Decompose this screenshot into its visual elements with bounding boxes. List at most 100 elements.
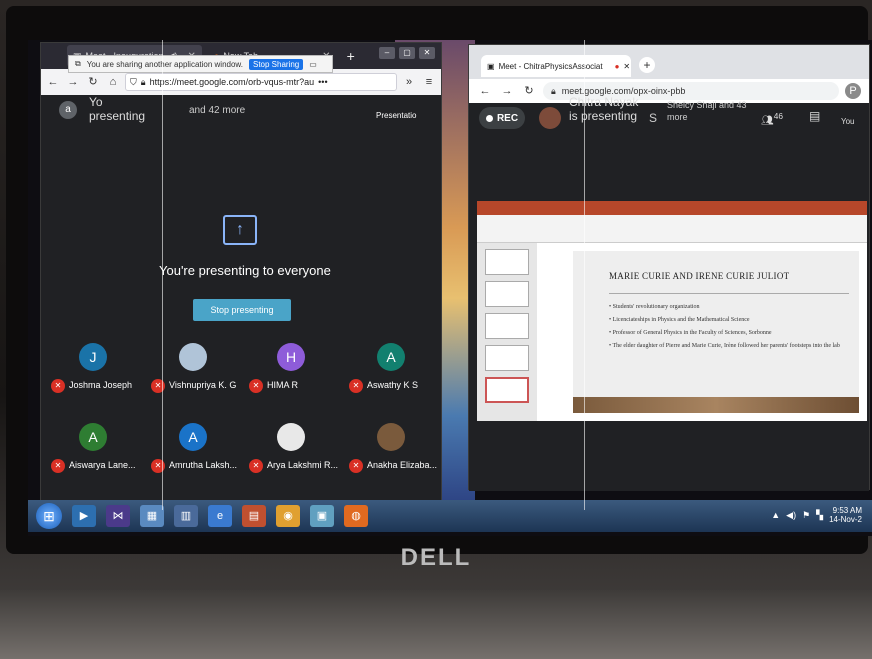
slide-bullet: • Licenciateships in Physics and the Mat… xyxy=(609,317,750,323)
window-share-icon: ⧉ xyxy=(75,59,81,68)
stop-presenting-button[interactable]: Stop presenting xyxy=(193,299,291,321)
slide-thumbnail-selected[interactable] xyxy=(485,377,529,403)
meet-icon: ▣ xyxy=(487,61,495,71)
visual-studio-icon[interactable]: ⋈ xyxy=(106,505,130,527)
slide-bullet: • Professor of General Physics in the Fa… xyxy=(609,330,772,336)
participant-name: Joshma Joseph xyxy=(69,380,133,390)
clock-time: 9:53 AM xyxy=(832,506,862,515)
chrome-icon[interactable]: ◉ xyxy=(276,505,300,527)
files-icon[interactable]: ▥ xyxy=(174,505,198,527)
participant-name: Amrutha Laksh... xyxy=(169,460,238,470)
new-tab-button[interactable]: + xyxy=(639,57,655,73)
clock[interactable]: 9:53 AM 14-Nov-2 xyxy=(829,506,862,524)
share-notice-text: You are sharing another application wind… xyxy=(86,59,243,69)
back-icon[interactable]: ← xyxy=(477,83,493,99)
participant-tile[interactable]: J ✕ Joshma Joseph xyxy=(43,343,143,403)
windows-taskbar: ⊞ ▶ ⋈ ▦ ▥ e ▤ ◉ ▣ ◍ ▲ ◀) ⚑ ▚ 9:53 AM 14-… xyxy=(28,500,872,532)
menu-icon[interactable]: ≡ xyxy=(421,74,437,90)
internet-explorer-icon[interactable]: e xyxy=(208,505,232,527)
notepad-icon[interactable]: ▦ xyxy=(140,505,164,527)
more-icon[interactable]: ••• xyxy=(318,77,327,87)
presenter-line2: presenting xyxy=(89,109,146,123)
participant-avatar: H xyxy=(277,343,305,371)
mic-muted-icon: ✕ xyxy=(51,459,65,473)
participant-more: and 42 more xyxy=(189,105,246,116)
new-tab-button[interactable]: + xyxy=(347,48,355,64)
slide-thumbnail[interactable] xyxy=(485,249,529,275)
people-button[interactable]: 👥︎46 xyxy=(761,111,783,126)
network-icon[interactable]: ▚ xyxy=(816,510,823,521)
mic-muted-icon: ✕ xyxy=(249,459,263,473)
presenting-message: You're presenting to everyone xyxy=(159,263,331,278)
forward-icon[interactable]: → xyxy=(499,83,515,99)
participant-avatar: A xyxy=(79,423,107,451)
system-tray: ▲ ◀) ⚑ ▚ 9:53 AM 14-Nov-2 xyxy=(771,506,862,524)
slide-thumbnail[interactable] xyxy=(485,281,529,307)
stop-sharing-button[interactable]: Stop Sharing xyxy=(248,58,304,70)
rec-label: REC xyxy=(496,112,519,124)
mic-muted-icon: ✕ xyxy=(349,379,363,393)
participant-tile[interactable]: H ✕ HIMA R xyxy=(241,343,341,403)
home-icon[interactable]: ⌂ xyxy=(105,74,121,90)
overflow-icon[interactable]: » xyxy=(401,74,417,90)
hide-icon[interactable]: ▭ xyxy=(309,60,317,69)
close-icon[interactable]: ✕ xyxy=(623,62,630,71)
meet-main-left: a Yo presenting and 42 more Presentatio … xyxy=(41,95,441,501)
flag-icon[interactable]: ⚑ xyxy=(802,510,810,521)
close-window-button[interactable]: ✕ xyxy=(419,47,435,59)
slide-divider xyxy=(609,293,849,294)
chrome-tab-bar: ▣ Meet - ChitraPhysicsAssociat ● ✕ + xyxy=(469,45,869,79)
back-icon[interactable]: ← xyxy=(45,74,61,90)
presenter-avatar: a xyxy=(59,101,77,119)
start-button[interactable]: ⊞ xyxy=(36,503,62,529)
media-player-icon[interactable]: ▶ xyxy=(72,505,96,527)
participant-tile[interactable]: A ✕ Aiswarya Lane... xyxy=(43,423,143,483)
participant-tile[interactable]: ✕ Anakha Elizaba... xyxy=(341,423,441,483)
mic-muted-icon: ✕ xyxy=(51,379,65,393)
reload-icon[interactable]: ↻ xyxy=(521,83,537,99)
url-text: https://meet.google.com/orb-vqus-mtr?au xyxy=(149,77,315,87)
participant-name: Aiswarya Lane... xyxy=(69,460,136,470)
lock-icon: 🔒︎ xyxy=(140,76,146,87)
right-browser-window: ▣ Meet - ChitraPhysicsAssociat ● ✕ + ← →… xyxy=(468,44,870,491)
tab-label: Meet - ChitraPhysicsAssociat xyxy=(498,61,603,71)
participant-initial: S xyxy=(649,111,658,125)
presenter-label: Yo presenting xyxy=(89,95,145,123)
participant-tile[interactable]: A ✕ Amrutha Laksh... xyxy=(143,423,243,483)
skype-icon[interactable]: ▣ xyxy=(310,505,334,527)
slide-floor-image xyxy=(573,397,859,413)
participant-tile[interactable]: A ✕ Aswathy K S xyxy=(341,343,441,403)
maximize-button[interactable]: ▢ xyxy=(399,47,415,59)
slide-bullet: • Students' revolutionary organization xyxy=(609,304,700,310)
slide-thumbnail[interactable] xyxy=(485,313,529,339)
address-bar[interactable]: ⛉ 🔒︎ https://meet.google.com/orb-vqus-mt… xyxy=(125,73,397,91)
presenter-line1: Yo xyxy=(89,95,103,109)
participant-name: Anakha Elizaba... xyxy=(367,460,438,470)
present-screen-icon: ↑ xyxy=(223,215,257,245)
presentation-tab[interactable]: Presentatio xyxy=(376,111,416,120)
slide-thumbnail[interactable] xyxy=(485,345,529,371)
ppt-title-bar xyxy=(477,201,867,215)
participant-more: Shelcy Shaji and 43 more xyxy=(667,100,747,122)
firefox-icon[interactable]: ◍ xyxy=(344,505,368,527)
participant-avatar xyxy=(277,423,305,451)
participant-tile[interactable]: ✕ Arya Lakshmi R... xyxy=(241,423,341,483)
left-browser-window: ▣ Meet - Inauguration ◀) ✕ ● New Tab ✕ +… xyxy=(40,42,442,501)
volume-icon[interactable]: ◀) xyxy=(786,510,796,521)
window-controls: – ▢ ✕ xyxy=(379,47,435,59)
minimize-button[interactable]: – xyxy=(379,47,395,59)
reload-icon[interactable]: ↻ xyxy=(85,74,101,90)
tab-meet-chitra[interactable]: ▣ Meet - ChitraPhysicsAssociat ● ✕ xyxy=(481,55,631,77)
sharing-notification-bar: ⧉ You are sharing another application wi… xyxy=(68,55,333,73)
participant-tile[interactable]: ✕ Vishnupriya K. G xyxy=(143,343,243,403)
meet-main-right: REC Chitra Nayak is presenting S Shelcy … xyxy=(469,95,869,491)
chat-icon[interactable]: ▤ xyxy=(809,109,820,123)
show-hidden-icon[interactable]: ▲ xyxy=(771,510,780,520)
lock-icon: 🔒︎ xyxy=(551,85,556,96)
participant-name: Vishnupriya K. G xyxy=(169,380,237,390)
forward-icon[interactable]: → xyxy=(65,74,81,90)
profile-icon[interactable]: P xyxy=(845,83,861,99)
mic-muted-icon: ✕ xyxy=(249,379,263,393)
office-icon[interactable]: ▤ xyxy=(242,505,266,527)
dell-logo: DELL xyxy=(400,544,472,571)
